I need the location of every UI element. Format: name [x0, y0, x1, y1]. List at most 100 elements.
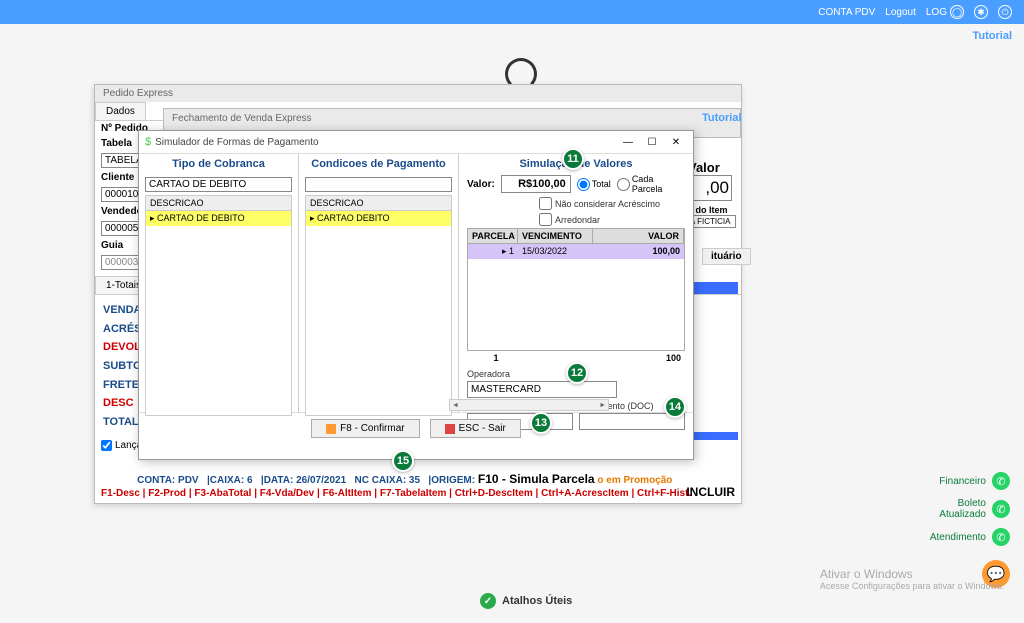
footer-promo: o em Promoção [597, 475, 672, 486]
tipo-row-text: CARTAO DE DEBITO [157, 213, 245, 223]
radio-total[interactable]: Total [577, 178, 611, 191]
badge-13: 13 [530, 412, 552, 434]
bg-right-panel: Valor a do Item [688, 160, 742, 228]
whatsapp-icon: ✆ [992, 500, 1010, 518]
footer-conta: CONTA: PDV [137, 475, 198, 486]
dollar-icon: $ [145, 136, 151, 148]
maximize-button[interactable]: ☐ [641, 134, 663, 150]
cond-row-text: CARTAO DEBITO [317, 213, 390, 223]
gr-valor: 100,00 [593, 244, 684, 259]
cond-list-header: DESCRICAO [305, 195, 452, 211]
exit-icon [445, 424, 455, 434]
gr-parcela: 1 [509, 246, 514, 256]
gf-count: 1 [471, 353, 521, 363]
gh-valor: VALOR [593, 229, 684, 243]
footer-data: |DATA: 26/07/2021 [261, 475, 346, 486]
whatsapp-icon: ✆ [992, 472, 1010, 490]
radio-parcela[interactable]: Cada Parcela [617, 174, 685, 194]
contact-atendimento[interactable]: Atendimento ✆ [930, 528, 1010, 546]
check-acrescimo-label: Não considerar Acréscimo [555, 199, 660, 209]
cond-list-row[interactable]: ▸ CARTAO DEBITO [305, 211, 452, 226]
check-acrescimo-input[interactable] [539, 197, 552, 210]
radio-parcela-input[interactable] [617, 178, 630, 191]
footer-f10: F10 - Simula Parcela [478, 472, 595, 486]
valor-input[interactable] [501, 175, 571, 193]
radio-parcela-label: Cada Parcela [632, 174, 685, 194]
sim-title: Simulador de Formas de Pagamento [155, 137, 617, 148]
check-acrescimo[interactable]: Não considerar Acréscimo [539, 197, 685, 210]
radio-total-input[interactable] [577, 178, 590, 191]
pedido-footer: CONTA: PDV |CAIXA: 6 |DATA: 26/07/2021 N… [95, 468, 741, 503]
sair-label: ESC - Sair [459, 423, 506, 434]
windows-activate: Ativar o Windows Acesse Configurações pa… [820, 567, 1004, 591]
sair-button[interactable]: ESC - Sair [430, 419, 521, 438]
sim-titlebar: $ Simulador de Formas de Pagamento — ☐ ✕ [139, 131, 693, 154]
footer-nc: NC CAIXA: 35 [354, 475, 420, 486]
operadora-input[interactable] [467, 381, 617, 398]
grid-row[interactable]: ▸ 1 15/03/2022 100,00 [467, 244, 685, 259]
tipo-cobranca-input[interactable] [145, 177, 292, 192]
col-condicoes: Condicoes de Pagamento DESCRICAO ▸ CARTA… [299, 154, 459, 412]
lanca-checkbox[interactable] [101, 440, 112, 451]
tutorial-link-top[interactable]: Tutorial [972, 30, 1012, 42]
log-link[interactable]: LOG ◯ [926, 5, 964, 19]
badge-12: 12 [566, 362, 588, 384]
gr-venc: 15/03/2022 [518, 244, 593, 259]
col-tipo-cobranca: Tipo de Cobranca DESCRICAO ▸ CARTAO DE D… [139, 154, 299, 412]
bg-blue-bar [690, 282, 738, 294]
check-arredondar-input[interactable] [539, 213, 552, 226]
logout-link[interactable]: Logout [885, 7, 916, 18]
activate-sub: Acesse Configurações para ativar o Windo… [820, 581, 1004, 591]
atendimento-label: Atendimento [930, 532, 986, 543]
incluir-label: INCLUIR [686, 485, 735, 499]
check-arredondar-label: Arredondar [555, 215, 600, 225]
condicoes-input[interactable] [305, 177, 452, 192]
tipo-list-body [145, 226, 292, 416]
tutorial-link-2[interactable]: Tutorial [702, 112, 742, 124]
tipo-list-row[interactable]: ▸ CARTAO DE DEBITO [145, 211, 292, 226]
contact-financeiro[interactable]: Financeiro ✆ [939, 472, 1010, 490]
minimize-button[interactable]: — [617, 134, 639, 150]
close-button[interactable]: ✕ [665, 134, 687, 150]
badge-11: 11 [562, 148, 584, 170]
valor-label: Valor: [467, 179, 495, 190]
radio-total-label: Total [592, 179, 611, 189]
bg-item-input[interactable] [688, 215, 736, 228]
atalhos-label: Atalhos Úteis [502, 595, 572, 607]
confirm-icon [326, 424, 336, 434]
conta-pdv[interactable]: CONTA PDV [818, 7, 875, 18]
log-label: LOG [926, 7, 947, 18]
badge-15: 15 [392, 450, 414, 472]
grid-body [467, 259, 685, 351]
bg-valor-input[interactable] [688, 175, 732, 201]
tipo-list-header: DESCRICAO [145, 195, 292, 211]
dialog-simulador: $ Simulador de Formas de Pagamento — ☐ ✕… [138, 130, 694, 460]
gf-total: 100 [631, 353, 681, 363]
check-icon: ✓ [480, 593, 496, 609]
topbar: CONTA PDV Logout LOG ◯ ✱ ⏻ [0, 0, 1024, 24]
bg-blue-bar-2 [690, 432, 738, 440]
atalhos-uteis[interactable]: ✓ Atalhos Úteis [480, 593, 572, 609]
bg-item-label: a do Item [688, 205, 742, 215]
gear-icon[interactable]: ✱ [974, 5, 988, 19]
tipo-cobranca-title: Tipo de Cobranca [145, 158, 292, 170]
cond-list-body [305, 226, 452, 416]
bg-ituario: ituário [702, 248, 751, 265]
power-icon[interactable]: ⏻ [998, 5, 1012, 19]
condicoes-title: Condicoes de Pagamento [305, 158, 452, 170]
financeiro-label: Financeiro [939, 476, 986, 487]
footer-shortcuts: F1-Desc | F2-Prod | F3-AbaTotal | F4-Vda… [101, 488, 735, 499]
tab-dados[interactable]: Dados [95, 102, 146, 120]
footer-caixa: |CAIXA: 6 [207, 475, 253, 486]
boleto-label: Boleto Atualizado [926, 498, 986, 520]
whatsapp-icon: ✆ [992, 528, 1010, 546]
pedido-title: Pedido Express [95, 85, 741, 102]
footer-origem: |ORIGEM: [428, 475, 475, 486]
activate-title: Ativar o Windows [820, 567, 1004, 581]
confirmar-button[interactable]: F8 - Confirmar [311, 419, 419, 438]
contact-boleto[interactable]: Boleto Atualizado ✆ [926, 498, 1010, 520]
user-icon: ◯ [950, 5, 964, 19]
check-arredondar[interactable]: Arredondar [539, 213, 685, 226]
grid-header: PARCELA VENCIMENTO VALOR [467, 228, 685, 244]
scrollbar[interactable] [449, 399, 609, 411]
